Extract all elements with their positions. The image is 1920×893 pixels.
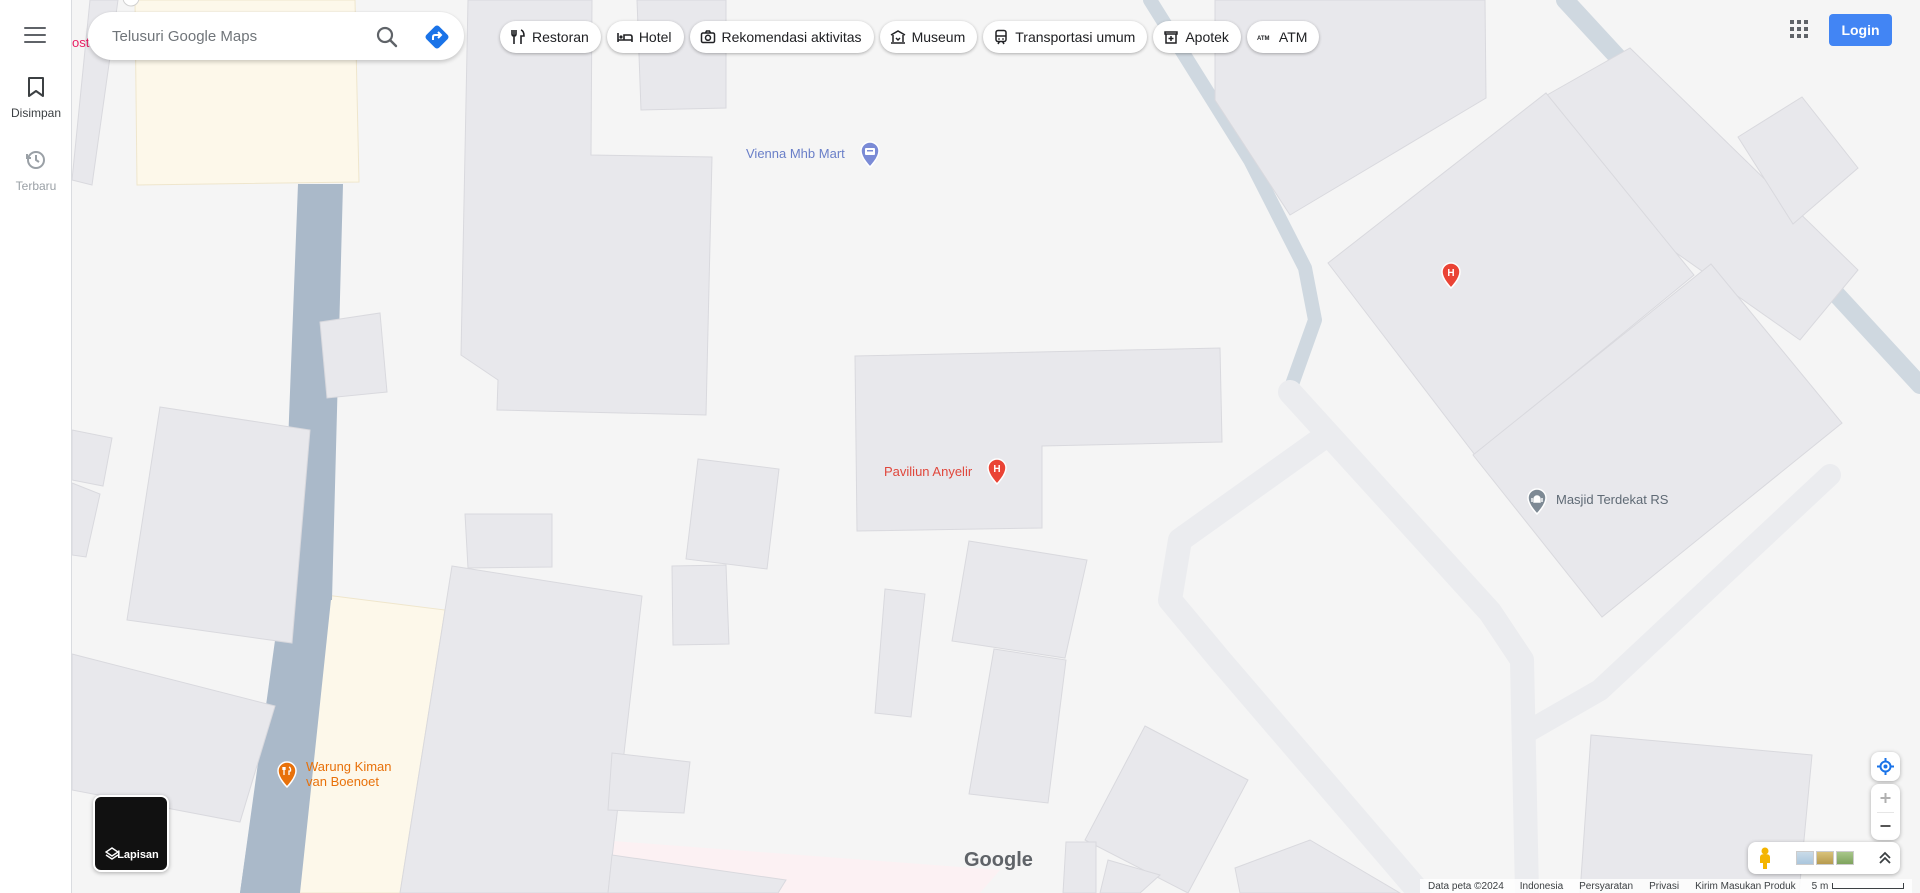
chip-transportasi[interactable]: Transportasi umum <box>983 21 1148 53</box>
train-icon <box>995 29 1007 45</box>
rail-item-saved[interactable]: Disimpan <box>0 76 72 120</box>
chip-apotek[interactable]: Apotek <box>1153 21 1241 53</box>
zoom-out-icon[interactable] <box>1871 812 1900 840</box>
chip-apotek-label: Apotek <box>1185 29 1229 45</box>
scale-bar <box>1832 883 1905 889</box>
left-rail: Disimpan Terbaru <box>0 0 72 893</box>
chip-hotel-label: Hotel <box>638 29 672 45</box>
footer-scale-label: 5 m <box>1811 880 1829 892</box>
bed-icon <box>617 33 633 42</box>
poi-label-warung-line1[interactable]: Warung Kiman <box>306 759 392 774</box>
zoom-in-icon[interactable] <box>1871 784 1900 812</box>
zoom-control <box>1871 784 1900 840</box>
category-chips: Restoran Hotel Rekomendasi aktivitas Mus… <box>500 21 1320 53</box>
footer-country[interactable]: Indonesia <box>1520 881 1563 892</box>
footer-privacy[interactable]: Privasi <box>1649 881 1679 892</box>
shop-pin-icon[interactable] <box>858 140 882 168</box>
chip-rekomendasi-label: Rekomendasi aktivitas <box>721 29 862 45</box>
footer-scale[interactable]: 5 m <box>1812 881 1905 892</box>
poi-label-vienna[interactable]: Vienna Mhb Mart <box>746 146 845 161</box>
search-box <box>88 12 464 60</box>
my-location-icon <box>1877 758 1894 775</box>
atm-icon: ATM <box>1257 36 1270 42</box>
hospital-marker-text: H <box>993 464 1000 475</box>
poi-label-paviliun[interactable]: Paviliun Anyelir <box>884 464 972 479</box>
pegman-icon[interactable] <box>1756 846 1774 870</box>
camera-icon <box>700 30 715 44</box>
mosque-pin-icon[interactable] <box>1525 487 1549 515</box>
google-logo: Google <box>964 849 1033 872</box>
svg-text:ATM: ATM <box>1257 36 1270 42</box>
street-view-imagery-bar <box>1748 842 1900 874</box>
poi-label-masjid[interactable]: Masjid Terdekat RS <box>1556 492 1668 507</box>
chip-museum-label: Museum <box>911 29 966 45</box>
imagery-thumb-3[interactable] <box>1836 851 1854 865</box>
map-footer: Data peta ©2024 Indonesia Persyaratan Pr… <box>1420 879 1913 893</box>
hospital-pin-icon[interactable]: H <box>1439 261 1463 289</box>
google-logo-text: Google <box>964 849 1033 871</box>
hospital-pin-icon[interactable]: H <box>985 457 1009 485</box>
restaurant-pin-icon[interactable] <box>275 760 299 788</box>
maps-app: Vienna Mhb Mart H Paviliun Anyelir H Mas… <box>0 0 1920 893</box>
directions-icon[interactable] <box>424 24 450 50</box>
expand-icon[interactable] <box>1878 850 1892 866</box>
chip-museum[interactable]: Museum <box>879 21 978 53</box>
pharmacy-icon <box>1164 31 1179 44</box>
partial-poi-label: ost <box>72 35 90 50</box>
history-icon <box>26 151 45 169</box>
chip-hotel[interactable]: Hotel <box>606 21 684 53</box>
search-input[interactable] <box>112 24 362 48</box>
rail-item-recent[interactable]: Terbaru <box>0 149 72 193</box>
chip-atm-label: ATM <box>1278 29 1308 45</box>
menu-icon[interactable] <box>24 27 46 45</box>
footer-terms[interactable]: Persyaratan <box>1579 881 1633 892</box>
poi-label-warung-line2[interactable]: van Boenoet <box>306 774 379 789</box>
hospital-marker-text: H <box>1447 268 1454 279</box>
bookmark-icon <box>28 77 44 97</box>
login-button[interactable]: Login <box>1829 14 1892 46</box>
chip-restoran[interactable]: Restoran <box>500 21 601 53</box>
footer-feedback[interactable]: Kirim Masukan Produk <box>1695 881 1796 892</box>
search-icon[interactable] <box>374 24 400 50</box>
museum-icon <box>890 30 905 44</box>
chip-rekomendasi[interactable]: Rekomendasi aktivitas <box>689 21 874 53</box>
imagery-thumb-2[interactable] <box>1816 851 1834 865</box>
chip-transportasi-label: Transportasi umum <box>1015 29 1136 45</box>
layers-button[interactable]: Lapisan <box>93 795 169 872</box>
footer-map-data: Data peta ©2024 <box>1428 880 1504 892</box>
imagery-thumb-1[interactable] <box>1796 851 1814 865</box>
rail-item-saved-label: Disimpan <box>10 106 61 120</box>
rail-item-recent-label: Terbaru <box>15 179 57 193</box>
apps-grid-icon[interactable] <box>1788 18 1810 40</box>
my-location-button[interactable] <box>1871 752 1900 781</box>
layers-label: Lapisan <box>117 849 159 861</box>
chip-atm[interactable]: ATM ATM <box>1246 21 1320 53</box>
fork-knife-icon <box>511 29 525 44</box>
chip-restoran-label: Restoran <box>532 29 589 45</box>
